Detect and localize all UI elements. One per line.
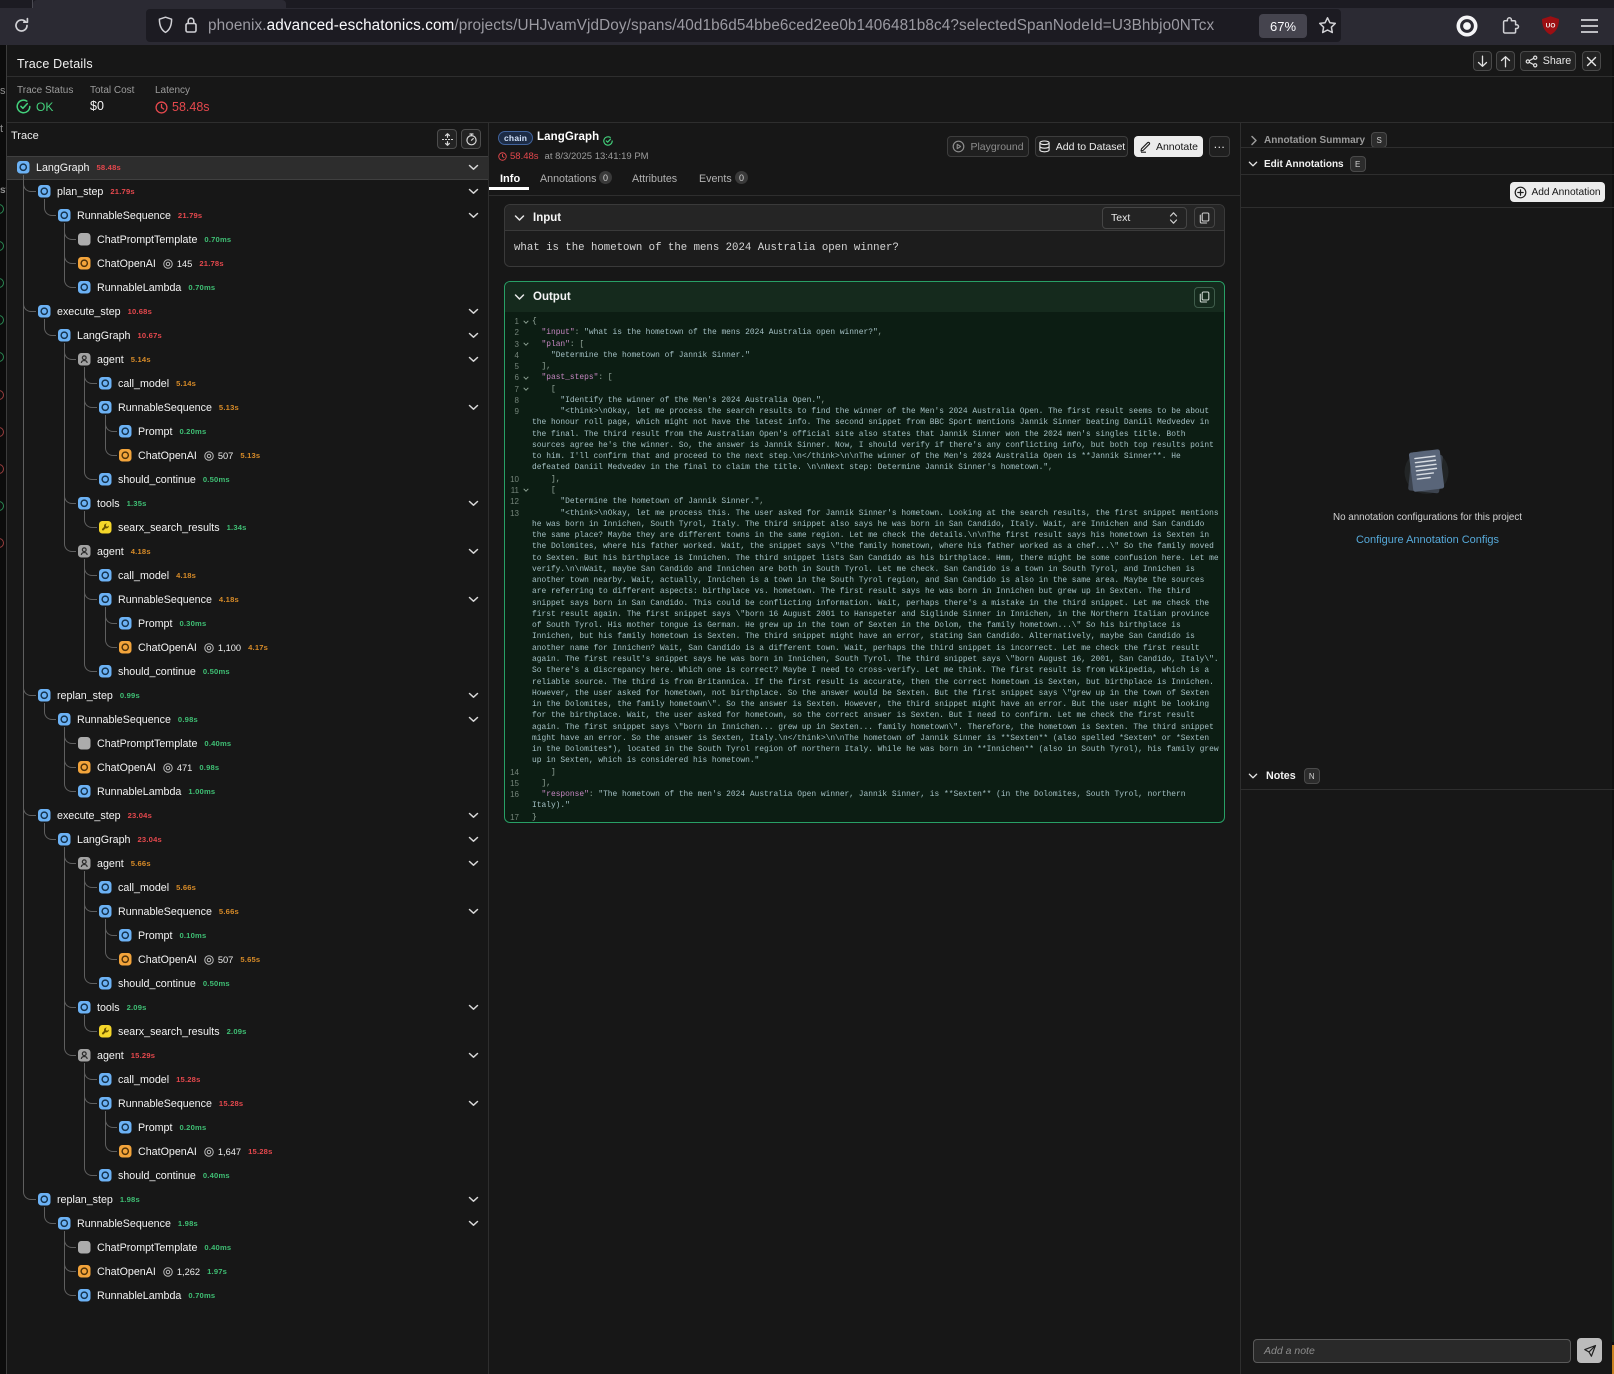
svg-text:UO: UO: [1546, 23, 1556, 30]
